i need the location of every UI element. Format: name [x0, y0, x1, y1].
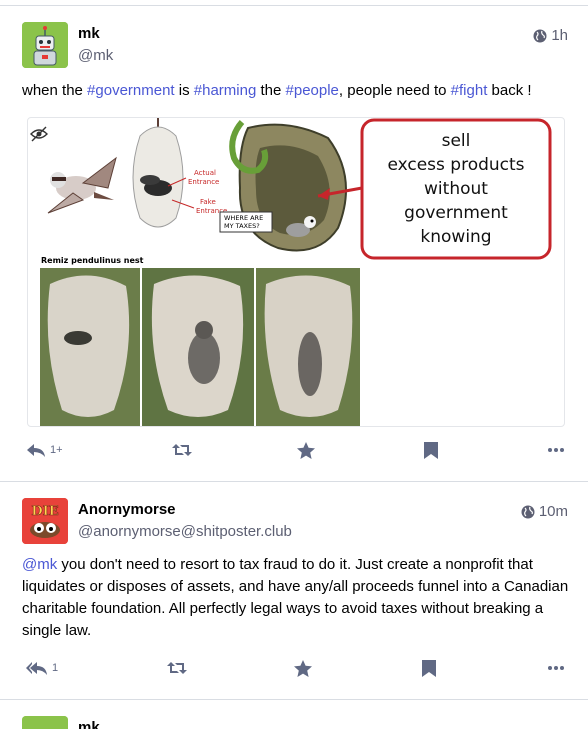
sign-line5: knowing — [420, 227, 491, 247]
status-post: mk @mk 1h when the #government is #harmi… — [0, 0, 588, 482]
star-icon — [297, 442, 315, 459]
robot-avatar-icon — [22, 716, 68, 729]
text: is — [174, 82, 194, 99]
star-icon — [294, 660, 312, 677]
content-line: single law. — [22, 622, 92, 639]
reply-count: 1+ — [50, 444, 63, 456]
reply-all-icon — [26, 662, 47, 675]
status-action-bar: 1+ — [0, 442, 588, 466]
bookmark-icon — [422, 660, 436, 677]
robot-avatar-icon — [22, 22, 68, 68]
avatar-text: DIE — [31, 504, 58, 519]
favourite-button[interactable] — [297, 442, 315, 459]
text: back ! — [487, 82, 532, 99]
hashtag-link[interactable]: #government — [87, 82, 175, 99]
avatar[interactable] — [22, 716, 68, 729]
display-name[interactable]: Anornymorse — [78, 501, 176, 518]
avatar[interactable] — [22, 22, 68, 68]
status-content: @mk you don't need to resort to tax frau… — [22, 554, 570, 642]
boost-button[interactable] — [172, 443, 192, 457]
more-button[interactable] — [548, 666, 564, 670]
reply-icon — [27, 444, 45, 457]
display-name[interactable]: mk — [78, 719, 100, 729]
hashtag-link[interactable]: #harming — [194, 82, 257, 99]
speech-bubble-line2: MY TAXES? — [224, 222, 260, 230]
sign-line1: sell — [442, 131, 471, 151]
label-entrance: Entrance — [188, 178, 219, 186]
sign-line3: without — [424, 179, 488, 199]
bookmark-icon — [424, 442, 438, 459]
reply-button[interactable]: 1+ — [26, 442, 63, 458]
reply-count: 1 — [52, 662, 59, 674]
avatar[interactable]: DIE — [22, 498, 68, 544]
label-fake: Fake — [200, 198, 216, 206]
time-label: 1h — [551, 27, 568, 44]
hashtag-link[interactable]: #people — [286, 82, 339, 99]
text: , people need to — [338, 82, 451, 99]
account-handle[interactable]: @mk — [78, 47, 113, 64]
media-attachment[interactable]: Actual Entrance Fake Entrance WHERE ARE … — [27, 117, 565, 427]
hashtag-link[interactable]: #fight — [451, 82, 488, 99]
globe-icon — [521, 505, 535, 518]
post-time[interactable]: 1h — [533, 27, 568, 44]
text: when the — [22, 82, 88, 99]
bookmark-button[interactable] — [424, 442, 438, 459]
bookmark-button[interactable] — [422, 660, 436, 677]
die-avatar-icon: DIE — [22, 498, 68, 544]
reply-all-button[interactable]: 1 — [26, 660, 58, 676]
status-post: DIE Anornymorse @anornymorse@shitposter.… — [0, 482, 588, 699]
globe-icon — [533, 29, 547, 42]
meme-image: Actual Entrance Fake Entrance WHERE ARE … — [30, 118, 552, 426]
content-line: @mk you don't need to resort to tax frau… — [22, 554, 570, 576]
status-action-bar: 1 — [0, 660, 588, 684]
text: the — [256, 82, 286, 99]
boost-icon — [167, 662, 187, 674]
mention-link[interactable]: @mk — [22, 556, 57, 573]
label-actual: Actual — [194, 169, 216, 177]
time-label: 10m — [538, 503, 568, 520]
account-handle[interactable]: @anornymorse@shitposter.club — [78, 523, 292, 540]
more-icon — [548, 666, 564, 670]
boost-icon — [172, 444, 192, 456]
more-icon — [548, 448, 564, 452]
status-content: when the #government is #harming the #pe… — [22, 80, 570, 102]
status-post: mk — [0, 700, 588, 729]
image-caption: Remiz pendulinus nest — [41, 256, 144, 265]
speech-bubble-line1: WHERE ARE — [224, 214, 263, 222]
sign-line4: government — [404, 203, 508, 223]
content-line: liquidates or disposes of assets, and ha… — [22, 578, 569, 595]
sign-line2: excess products — [387, 155, 524, 175]
post-time[interactable]: 10m — [521, 503, 568, 520]
text: you don't need to resort to tax fraud to… — [57, 556, 533, 573]
content-line: charitable foundation. All perfectly leg… — [22, 600, 544, 617]
more-button[interactable] — [548, 448, 564, 452]
display-name[interactable]: mk — [78, 25, 100, 42]
boost-button[interactable] — [167, 661, 187, 675]
favourite-button[interactable] — [294, 660, 312, 677]
